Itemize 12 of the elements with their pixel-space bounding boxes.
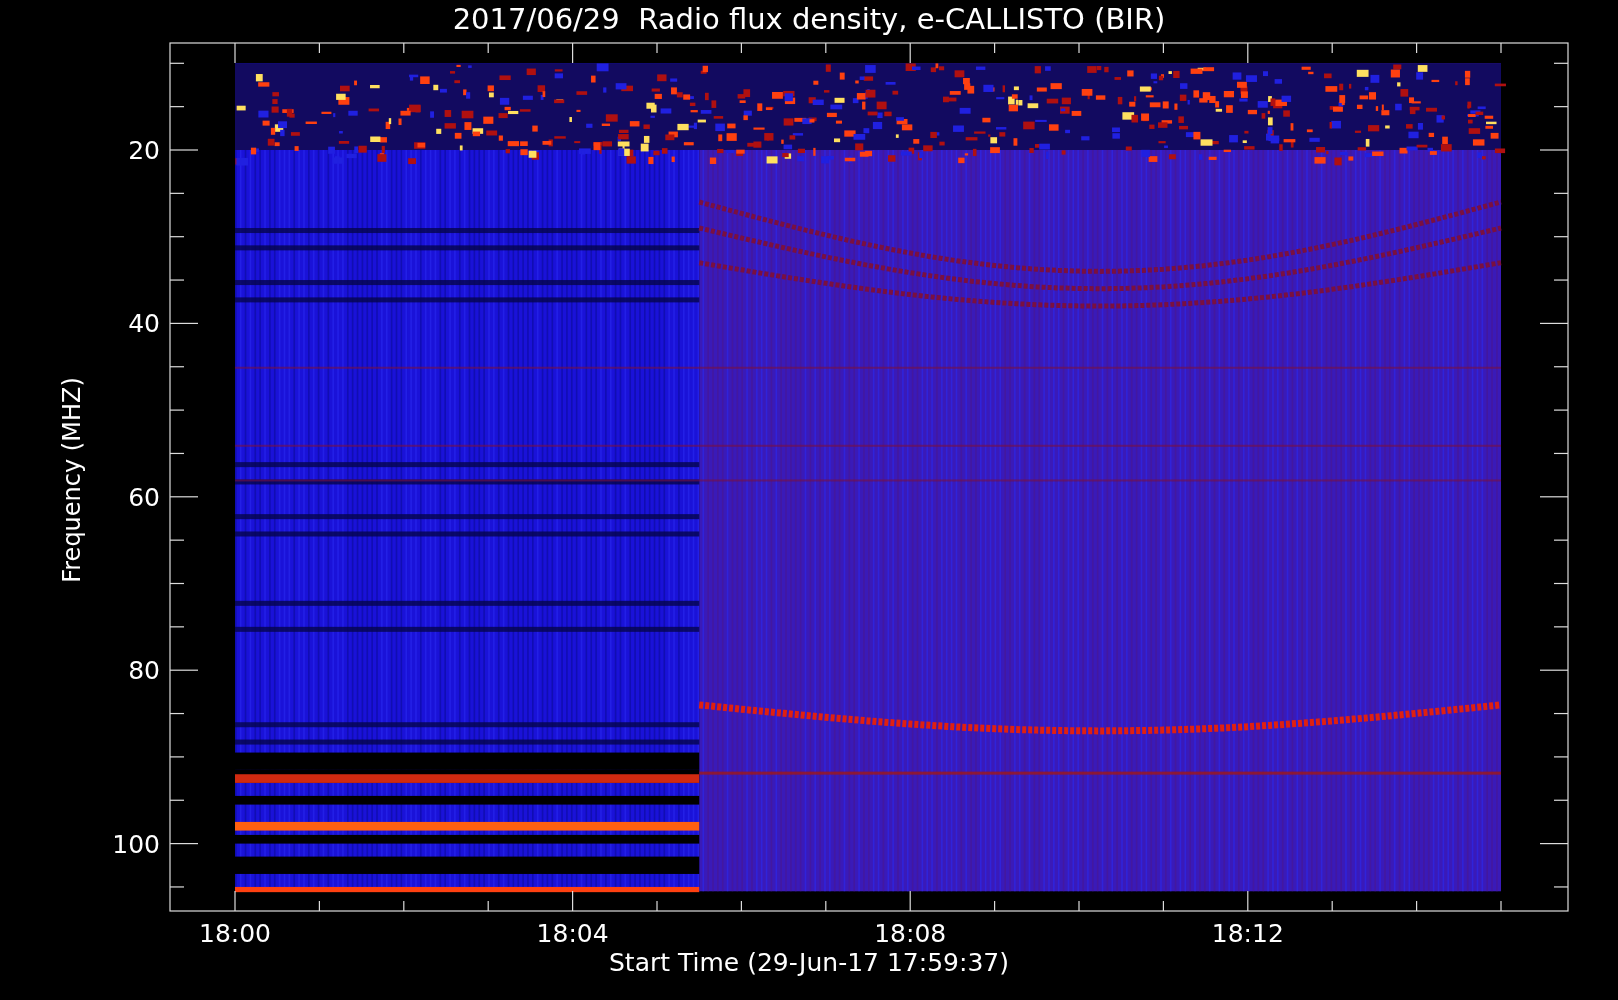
chart-title: 2017/06/29 Radio flux density, e-CALLISTO (BIR) xyxy=(451,2,1167,36)
y-tick-label: 100 xyxy=(112,829,160,859)
x-tick-label: 18:12 xyxy=(1211,919,1284,948)
x-tick-label: 18:00 xyxy=(199,919,271,948)
y-axis-label: Frequency (MHZ) xyxy=(58,377,86,583)
x-tick-label: 18:04 xyxy=(536,919,609,948)
x-tick-label: 18:08 xyxy=(874,919,947,948)
y-tick-label: 40 xyxy=(128,308,160,338)
y-tick-label: 60 xyxy=(128,482,160,512)
x-axis-label: Start Time (29-Jun-17 17:59:37) xyxy=(608,948,1010,977)
y-tick-label: 80 xyxy=(128,655,160,685)
y-tick-label: 20 xyxy=(128,135,160,165)
